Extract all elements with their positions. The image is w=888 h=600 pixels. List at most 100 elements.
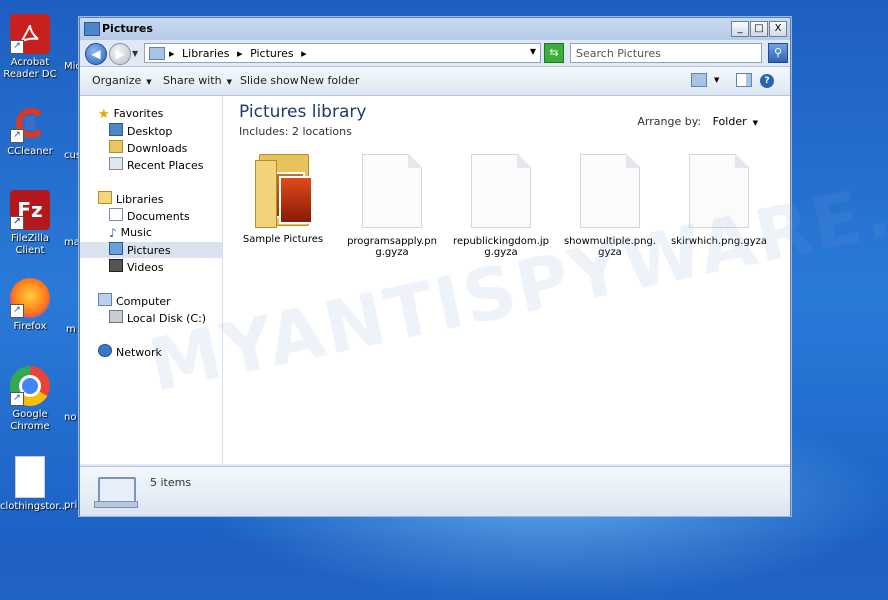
search-icon[interactable]: ⚲ [768,43,788,63]
nav-music[interactable]: ♪ Music [109,225,152,241]
navigation-pane[interactable]: ★ Favorites Desktop Downloads Recent Plac… [80,96,223,464]
nav-downloads[interactable]: Downloads [109,140,187,156]
breadcrumb-libraries[interactable]: Libraries [182,47,230,60]
disk-icon [109,310,123,323]
nav-computer[interactable]: Computer [98,293,171,309]
desktop-icon-acrobat[interactable]: ↗ Acrobat Reader DC [0,14,60,81]
desktop-icon-label: Google Chrome [10,409,50,432]
arrange-by-dropdown[interactable]: Folder ▼ [713,115,758,128]
file-icon [471,154,531,228]
search-placeholder: Search Pictures [576,47,661,60]
details-pane: 5 items [80,466,790,516]
documents-icon [109,208,123,221]
recent-pages-dropdown[interactable]: ▼ [132,49,138,58]
folder-icon [255,154,313,228]
peek-label: m [66,324,76,335]
filezilla-icon: Fz ↗ [10,190,50,230]
nav-desktop[interactable]: Desktop [109,123,172,139]
item-file[interactable]: showmultiple.png.gyza [561,154,659,258]
nav-documents[interactable]: Documents [109,208,190,224]
item-name: republickingdom.jpg.gyza [453,236,549,258]
videos-icon [109,259,123,272]
file-list-pane[interactable]: Pictures library Includes: 2 locations A… [223,96,790,464]
arrange-by: Arrange by: Folder ▼ [637,115,758,128]
file-icon [580,154,640,228]
view-options-dropdown[interactable]: ▼ [714,76,719,84]
file-icon [362,154,422,228]
breadcrumb-separator[interactable]: ▸ [169,47,175,60]
star-icon: ★ [98,107,110,122]
title-bar[interactable]: Pictures _ □ X [80,18,790,40]
acrobat-icon: ↗ [10,14,50,54]
recent-places-icon [109,157,123,170]
window-title: Pictures [102,22,153,35]
item-file[interactable]: republickingdom.jpg.gyza [452,154,550,258]
includes-locations-link[interactable]: 2 locations [292,125,352,138]
item-file[interactable]: programsapply.png.gyza [343,154,441,258]
peek-label: no [64,412,77,423]
breadcrumb-separator[interactable]: ▸ [237,47,243,60]
command-bar: Organize ▼ Share with ▼ Slide show New fol… [80,66,790,96]
minimize-button[interactable]: _ [731,21,749,37]
item-name: programsapply.png.gyza [347,236,437,258]
desktop-icon-chrome[interactable]: ↗ Google Chrome [0,366,60,433]
library-includes: Includes: 2 locations [239,125,352,138]
maximize-button[interactable]: □ [750,21,768,37]
refresh-button[interactable]: ⇆ [544,43,564,63]
peek-label: ma [64,237,80,248]
chrome-icon: ↗ [10,366,50,406]
slide-show-button[interactable]: Slide show [240,74,299,87]
computer-icon [98,293,112,306]
desktop-icon-label: Acrobat Reader DC [3,57,57,80]
help-icon[interactable]: ? [760,73,774,88]
downloads-icon [109,140,123,153]
desktop-icon-label: FileZilla Client [10,233,50,256]
nav-favorites[interactable]: ★ Favorites [98,106,163,122]
desktop-icon-file[interactable]: clothingstor... [0,456,69,513]
firefox-icon: ↗ [10,278,50,318]
item-file[interactable]: skirwhich.png.gyza [670,154,768,247]
close-button[interactable]: X [769,21,787,37]
nav-pictures[interactable]: Pictures [80,242,222,258]
address-history-dropdown[interactable]: ▼ [530,47,536,56]
preview-pane-icon[interactable] [736,73,752,90]
nav-local-disk[interactable]: Local Disk (C:) [109,310,206,326]
new-folder-button[interactable]: New folder [300,74,359,87]
pictures-icon [109,242,123,255]
desktop-icon-firefox[interactable]: ↗ Firefox [0,278,60,333]
nav-network[interactable]: Network [98,344,162,360]
desktop-icon-label: Firefox [13,321,47,332]
item-name: skirwhich.png.gyza [670,236,768,247]
desktop-icon-filezilla[interactable]: Fz ↗ FileZilla Client [0,190,60,257]
breadcrumb-pictures[interactable]: Pictures [250,47,294,60]
item-count: 5 items [150,476,192,489]
file-icon [15,456,45,498]
nav-videos[interactable]: Videos [109,259,164,275]
desktop-icon-label: clothingstor... [0,501,69,512]
item-name: showmultiple.png.gyza [563,236,657,258]
music-icon: ♪ [109,226,117,240]
item-sample-pictures[interactable]: Sample Pictures [234,154,332,245]
forward-button[interactable]: ▶ [109,43,131,65]
organize-button[interactable]: Organize ▼ [92,74,152,87]
share-with-button[interactable]: Share with ▼ [163,74,232,87]
change-view-icon[interactable] [691,73,707,90]
network-icon [98,344,112,357]
desktop-icon-ccleaner[interactable]: ↗ CCleaner [0,103,60,158]
explorer-window: Pictures _ □ X ◀ ▶ ▼ ▸ Libraries ▸ Pictu… [79,17,888,516]
library-laptop-icon [94,477,138,508]
content-area: ★ Favorites Desktop Downloads Recent Plac… [80,96,888,464]
address-bar-row: ◀ ▶ ▼ ▸ Libraries ▸ Pictures ▸ ▼ ⇆ Searc… [80,40,790,66]
search-input[interactable]: Search Pictures [570,43,762,63]
file-icon [689,154,749,228]
breadcrumb-separator[interactable]: ▸ [301,47,307,60]
item-name: Sample Pictures [242,234,324,245]
window-icon [84,22,100,36]
ccleaner-icon: ↗ [10,103,50,143]
address-bar[interactable]: ▸ Libraries ▸ Pictures ▸ ▼ [144,43,541,63]
back-button[interactable]: ◀ [85,43,107,65]
libraries-icon [98,191,112,204]
nav-recent-places[interactable]: Recent Places [109,157,204,173]
nav-libraries[interactable]: Libraries [98,191,164,207]
desktop-icon [109,123,123,136]
